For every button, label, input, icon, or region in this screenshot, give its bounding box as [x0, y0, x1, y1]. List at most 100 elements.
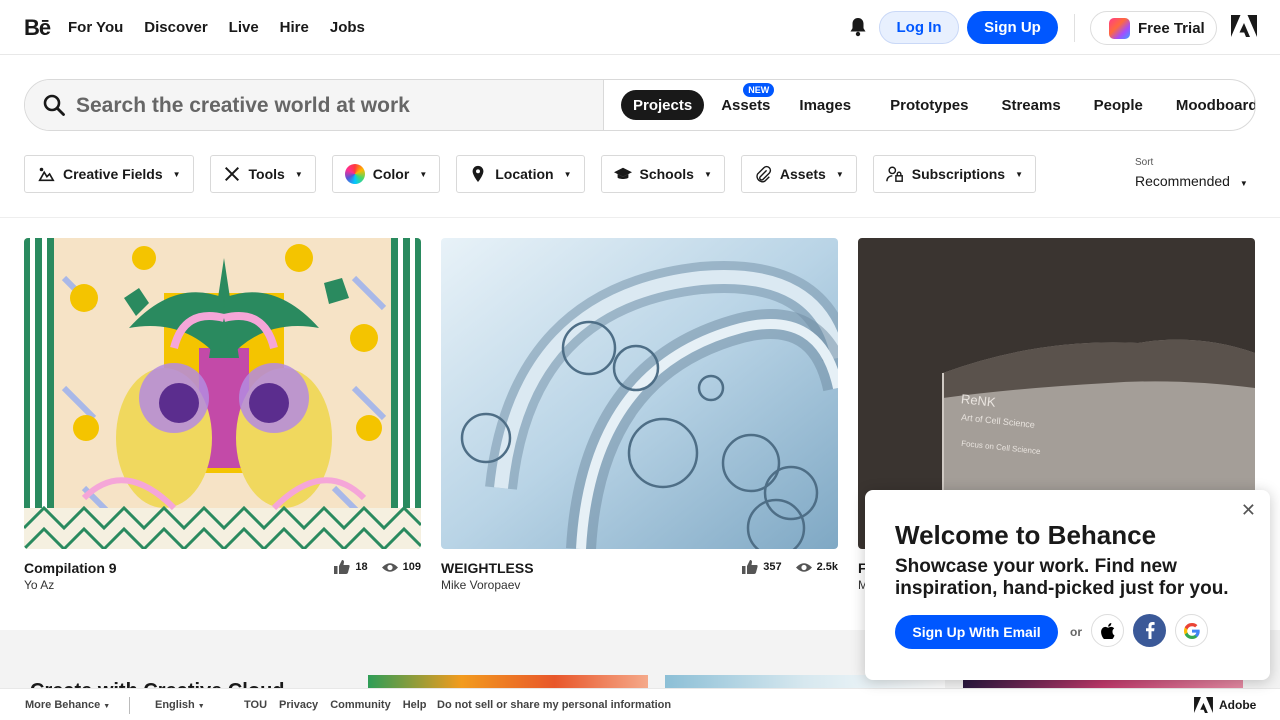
- filter-assets[interactable]: Assets ▼: [740, 155, 857, 193]
- nav-divider: [1074, 14, 1075, 42]
- adobe-logo-icon: [1194, 696, 1213, 713]
- apple-icon: [1100, 622, 1114, 639]
- welcome-modal: ✕ Welcome to Behance Showcase your work.…: [865, 490, 1270, 680]
- footer: More Behance ▼ English ▼ TOU Privacy Com…: [0, 688, 1280, 720]
- filter-location[interactable]: Location ▼: [456, 155, 585, 193]
- project-card[interactable]: WEIGHTLESS Mike Voropaev 357 2.5k: [441, 238, 838, 592]
- creative-cloud-icon: [1109, 17, 1130, 39]
- project-thumbnail[interactable]: [441, 238, 838, 549]
- more-behance-dropdown[interactable]: More Behance ▼: [25, 699, 110, 711]
- eye-icon: [795, 562, 812, 572]
- more-behance-label: More Behance: [25, 698, 101, 711]
- views-stat: 109: [381, 560, 421, 574]
- filter-subscriptions[interactable]: Subscriptions ▼: [872, 155, 1037, 193]
- apple-signin-button[interactable]: [1091, 614, 1124, 647]
- views-count: 109: [402, 561, 421, 573]
- filter-color[interactable]: Color ▼: [331, 155, 441, 193]
- thumbs-up-icon: [742, 560, 758, 574]
- modal-subtitle: Showcase your work. Find new inspiration…: [895, 556, 1229, 599]
- thumbs-up-icon: [334, 560, 351, 574]
- login-button[interactable]: Log In: [879, 11, 959, 44]
- views-stat: 2.5k: [795, 560, 838, 574]
- divider: [0, 217, 1280, 218]
- free-trial-label: Free Trial: [1138, 19, 1205, 37]
- adobe-logo-icon[interactable]: [1231, 15, 1257, 37]
- footer-link-privacy[interactable]: Privacy: [279, 699, 318, 711]
- color-wheel-icon: [344, 164, 365, 184]
- chevron-down-icon: ▼: [172, 169, 181, 179]
- creative-fields-icon: [38, 167, 55, 182]
- tab-prototypes[interactable]: Prototypes: [878, 90, 980, 120]
- tab-streams[interactable]: Streams: [989, 90, 1072, 120]
- language-dropdown[interactable]: English ▼: [155, 699, 205, 711]
- tab-assets[interactable]: Assets NEW: [709, 83, 782, 120]
- footer-link-do-not-sell[interactable]: Do not sell or share my personal informa…: [437, 699, 671, 711]
- paperclip-icon: [756, 165, 772, 183]
- tab-moodboards[interactable]: Moodboards: [1164, 90, 1255, 120]
- filter-creative-fields[interactable]: Creative Fields ▼: [24, 155, 194, 193]
- footer-adobe-label: Adobe: [1219, 697, 1257, 712]
- footer-link-help[interactable]: Help: [403, 699, 427, 711]
- eye-icon: [381, 562, 398, 572]
- filter-label: Assets: [779, 166, 826, 182]
- project-card[interactable]: Compilation 9 Yo Az 18 109: [24, 238, 421, 592]
- free-trial-button[interactable]: Free Trial: [1090, 11, 1217, 45]
- project-stats: 357 2.5k: [742, 560, 838, 574]
- signup-email-button[interactable]: Sign Up With Email: [895, 615, 1058, 649]
- search-input[interactable]: [76, 91, 576, 121]
- filter-label: Schools: [639, 166, 694, 182]
- footer-divider: [129, 697, 130, 714]
- chevron-down-icon: ▼: [703, 169, 712, 179]
- google-icon: [1183, 622, 1200, 639]
- footer-link-community[interactable]: Community: [330, 699, 391, 711]
- chevron-down-icon: ▼: [1015, 169, 1024, 179]
- footer-adobe-link[interactable]: Adobe: [1194, 696, 1257, 713]
- filter-schools[interactable]: Schools ▼: [600, 155, 725, 193]
- chevron-down-icon: ▼: [294, 169, 303, 179]
- filter-label: Tools: [248, 166, 285, 182]
- main-nav: For You Discover Live Hire Jobs: [68, 19, 386, 36]
- filter-bar: Creative Fields ▼ Tools ▼ Color ▼ Locati…: [24, 155, 1037, 193]
- language-label: English: [155, 698, 195, 711]
- chevron-down-icon: ▼: [835, 169, 844, 179]
- footer-link-tou[interactable]: TOU: [244, 699, 267, 711]
- nav-hire[interactable]: Hire: [280, 19, 309, 36]
- filter-tools[interactable]: Tools ▼: [209, 155, 316, 193]
- behance-logo[interactable]: Bē: [24, 15, 51, 41]
- footer-links: TOU Privacy Community Help: [244, 699, 427, 711]
- sort-label: Sort: [1135, 157, 1154, 168]
- project-image: [24, 238, 421, 549]
- chevron-down-icon: ▼: [563, 169, 572, 179]
- facebook-signin-button[interactable]: [1133, 614, 1166, 647]
- filter-label: Color: [372, 166, 410, 182]
- project-owner[interactable]: Mike Voropaev: [441, 578, 838, 592]
- user-lock-icon: [885, 166, 903, 182]
- top-nav: Bē For You Discover Live Hire Jobs Log I…: [0, 0, 1280, 55]
- filter-label: Location: [495, 166, 554, 182]
- bell-icon[interactable]: [849, 17, 867, 37]
- likes-count: 18: [355, 561, 368, 573]
- nav-for-you[interactable]: For You: [68, 19, 123, 36]
- graduation-cap-icon: [613, 167, 632, 179]
- tab-projects[interactable]: Projects: [621, 90, 705, 120]
- tab-assets-label: Assets: [721, 96, 771, 114]
- likes-stat: 357: [742, 560, 782, 574]
- signup-button[interactable]: Sign Up: [967, 11, 1058, 44]
- chevron-down-icon: ▼: [1239, 179, 1248, 188]
- google-signin-button[interactable]: [1175, 614, 1208, 647]
- tab-people[interactable]: People: [1082, 90, 1155, 120]
- nav-discover[interactable]: Discover: [144, 19, 207, 36]
- filter-label: Creative Fields: [63, 166, 163, 182]
- project-owner[interactable]: Yo Az: [24, 578, 421, 592]
- nav-live[interactable]: Live: [229, 19, 259, 36]
- tab-images[interactable]: Images: [787, 90, 863, 120]
- likes-stat: 18: [334, 560, 368, 574]
- filter-label: Subscriptions: [911, 166, 1006, 182]
- promo-thumbnail[interactable]: [368, 675, 648, 688]
- search-bar: Projects Assets NEW Images Prototypes St…: [24, 79, 1256, 131]
- nav-jobs[interactable]: Jobs: [330, 19, 365, 36]
- project-thumbnail[interactable]: [24, 238, 421, 549]
- sort-dropdown[interactable]: Sort Recommended ▼: [1135, 157, 1248, 189]
- location-pin-icon: [472, 165, 484, 183]
- close-icon[interactable]: ✕: [1241, 500, 1256, 521]
